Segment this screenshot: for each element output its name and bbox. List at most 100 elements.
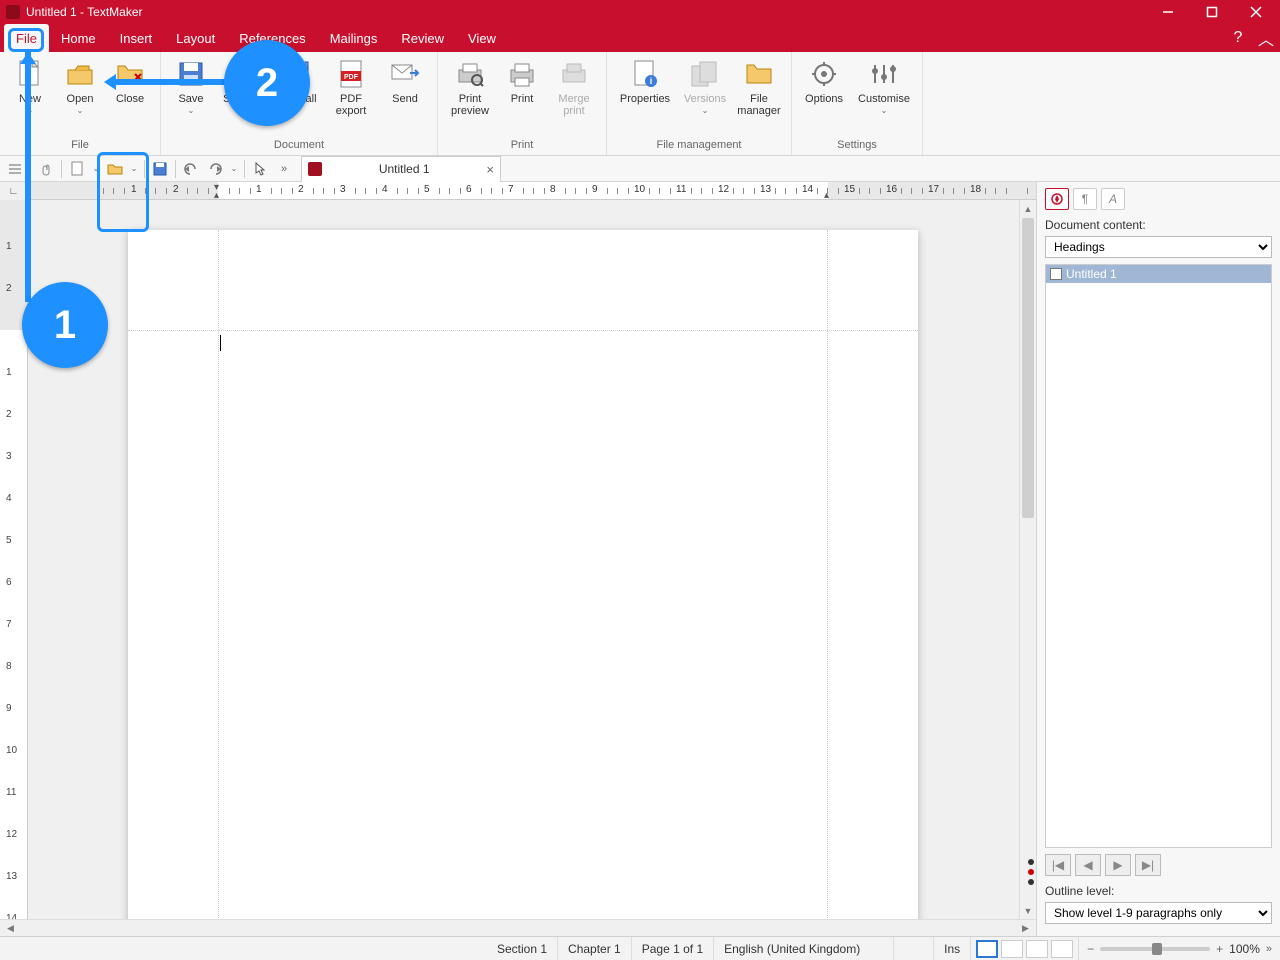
print-preview-icon [454,58,486,90]
hand-tool-icon[interactable] [35,158,57,180]
tree-checkbox[interactable] [1050,268,1062,280]
annotation-callout-2: 2 [224,40,310,126]
outline-level-label: Outline level: [1045,884,1272,898]
minimize-button[interactable] [1146,0,1190,24]
pdf-icon: PDF [335,58,367,90]
sidepanel-tab-character[interactable]: A [1101,188,1125,210]
pointer-icon[interactable] [249,158,271,180]
nav-next-icon[interactable]: ▶ [1105,854,1131,876]
sidepanel-tab-paragraph[interactable]: ¶ [1073,188,1097,210]
quick-access-toolbar: ⌄ ⌄ ⌄ » Untitled 1 × [0,156,1280,182]
view-normal-icon[interactable] [976,940,998,958]
nav-prev-icon[interactable]: ◀ [1075,854,1101,876]
menu-bar: File Home Insert Layout References Maili… [0,24,1280,52]
document-canvas[interactable] [28,200,1036,936]
outline-level-dropdown[interactable]: Show level 1-9 paragraphs only [1045,902,1272,924]
headings-dropdown[interactable]: Headings [1045,236,1272,258]
tab-layout[interactable]: Layout [164,24,227,52]
zoom-overflow-icon[interactable]: » [1266,943,1272,955]
annotation-box-file [8,28,44,52]
status-bar: Section 1 Chapter 1 Page 1 of 1 English … [0,936,1280,960]
scroll-up-icon[interactable]: ▲ [1020,200,1036,217]
properties-button[interactable]: i Properties [613,56,677,107]
collapse-ribbon-button[interactable]: ︿ [1252,24,1280,52]
tab-insert[interactable]: Insert [108,24,165,52]
window-title: Untitled 1 - TextMaker [26,5,143,19]
side-panel: ¶ A Document content: Headings Untitled … [1036,182,1280,936]
document-tab-close[interactable]: × [486,162,494,177]
status-chapter[interactable]: Chapter 1 [558,937,632,960]
qat-save-icon[interactable] [149,158,171,180]
view-web-icon[interactable] [1051,940,1073,958]
send-button[interactable]: Send [379,56,431,107]
zoom-in-icon[interactable]: + [1216,942,1223,956]
redo-icon[interactable] [204,158,226,180]
horizontal-ruler[interactable]: ∟ 21123456789101112131415161718▾▴▴ [0,182,1036,200]
scroll-left-icon[interactable]: ◀ [2,920,19,936]
zoom-out-icon[interactable]: − [1087,942,1094,956]
folder-open-icon [64,58,96,90]
page[interactable] [128,230,918,936]
zoom-slider[interactable] [1100,947,1210,951]
scroll-right-icon[interactable]: ▶ [1017,920,1034,936]
sidepanel-tab-navigator[interactable] [1045,188,1069,210]
print-button[interactable]: Print [498,56,546,107]
view-master-icon[interactable] [1001,940,1023,958]
maximize-button[interactable] [1190,0,1234,24]
ribbon-group-label: Settings [792,137,922,155]
close-button[interactable] [1234,0,1278,24]
open-button[interactable]: Open⌄ [56,56,104,117]
nav-dot[interactable] [1028,859,1034,865]
help-button[interactable]: ? [1224,24,1252,52]
annotation-arrow-1 [20,52,36,308]
scrollbar-thumb[interactable] [1022,218,1034,518]
nav-dot[interactable] [1028,879,1034,885]
ribbon-group-file-management: i Properties Versions⌄ File manager File… [607,52,792,155]
status-insert-mode[interactable]: Ins [934,937,971,960]
file-manager-button[interactable]: File manager [733,56,785,119]
qat-new-icon[interactable] [66,158,88,180]
document-tab[interactable]: Untitled 1 × [301,156,501,182]
qat-history-dropdown[interactable]: ⌄ [228,158,240,180]
annotation-arrow-2 [104,74,228,90]
versions-icon [689,58,721,90]
status-language[interactable]: English (United Kingdom) [714,937,894,960]
customise-button[interactable]: Customise⌄ [852,56,916,117]
annotation-callout-1: 1 [22,282,108,368]
status-page[interactable]: Page 1 of 1 [632,937,714,960]
undo-icon[interactable] [180,158,202,180]
text-cursor [220,335,221,351]
ribbon: New⌄ Open⌄ Close File Save⌄ Save as [0,52,1280,156]
status-section[interactable]: Section 1 [487,937,558,960]
tree-item[interactable]: Untitled 1 [1046,265,1271,283]
tab-review[interactable]: Review [389,24,456,52]
vertical-scrollbar[interactable]: ▲ ▼ [1019,200,1036,919]
qat-overflow-icon[interactable]: » [273,158,295,180]
tab-view[interactable]: View [456,24,508,52]
ribbon-group-label: Print [438,137,606,155]
zoom-value[interactable]: 100% [1229,942,1260,956]
ribbon-group-label: Document [161,137,437,155]
customise-icon [868,58,900,90]
nav-first-icon[interactable]: |◀ [1045,854,1071,876]
title-bar: Untitled 1 - TextMaker [0,0,1280,24]
pdf-export-button[interactable]: PDF PDF export [325,56,377,119]
gear-icon [808,58,840,90]
ribbon-group-print: Print preview Print Merge print Print [438,52,607,155]
tab-mailings[interactable]: Mailings [318,24,390,52]
view-outline-icon[interactable] [1026,940,1048,958]
versions-button: Versions⌄ [679,56,731,117]
ribbon-group-label: File management [607,137,791,155]
horizontal-scrollbar[interactable]: ◀ ▶ [0,919,1036,936]
ribbon-group-settings: Options Customise⌄ Settings [792,52,923,155]
svg-text:i: i [650,76,653,86]
document-content-label: Document content: [1045,218,1272,232]
print-preview-button[interactable]: Print preview [444,56,496,119]
tab-home[interactable]: Home [49,24,108,52]
nav-last-icon[interactable]: ▶| [1135,854,1161,876]
nav-dot[interactable] [1028,869,1034,875]
options-button[interactable]: Options [798,56,850,107]
document-tree[interactable]: Untitled 1 [1045,264,1272,848]
scroll-down-icon[interactable]: ▼ [1020,902,1036,919]
send-icon [389,58,421,90]
